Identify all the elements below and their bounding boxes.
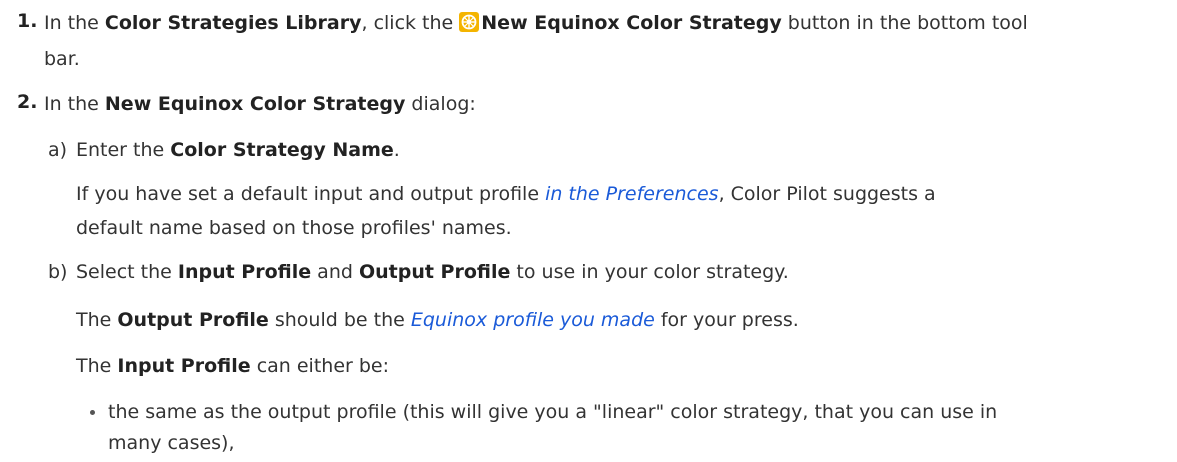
text: If you have set a default input and outp… (76, 183, 546, 205)
substep-a-info-cont: default name based on those profiles' na… (76, 217, 512, 239)
substep-b-text: Select the Input Profile and Output Prof… (76, 261, 789, 283)
library-name: Color Strategies Library (104, 12, 362, 34)
text: , Color Pilot suggests a (718, 183, 936, 205)
field-name: Color Strategy Name (170, 139, 394, 161)
text: for your press. (654, 309, 799, 331)
dialog-name: New Equinox Color Strategy (104, 93, 406, 115)
text: The (76, 309, 118, 331)
text: The (76, 355, 118, 377)
text: , click the (361, 12, 460, 34)
output-profile-name: Output Profile (358, 261, 511, 283)
text: and (311, 261, 359, 283)
text: Enter the (76, 139, 171, 161)
step-1-text-cont: bar. (44, 48, 80, 70)
preferences-link[interactable]: in the Preferences (545, 183, 719, 205)
output-profile-name: Output Profile (117, 309, 269, 331)
input-profile-name: Input Profile (117, 355, 251, 377)
bullet-point (90, 410, 95, 415)
text: In the (44, 12, 105, 34)
step-number: 1. (17, 10, 38, 32)
text: Select the (76, 261, 178, 283)
substep-a-info: If you have set a default input and outp… (76, 183, 936, 205)
substep-label: a) (48, 139, 68, 161)
button-name: New Equinox Color Strategy (481, 12, 782, 34)
text: can either be: (250, 355, 390, 377)
step-2-text: In the New Equinox Color Strategy dialog… (44, 93, 476, 115)
substep-b-output-note: The Output Profile should be the Equinox… (76, 309, 799, 331)
equinox-color-wheel-icon (459, 12, 480, 32)
substep-a-text: Enter the Color Strategy Name. (76, 139, 400, 161)
bullet-text: the same as the output profile (this wil… (108, 401, 998, 423)
step-number: 2. (17, 91, 38, 113)
substep-label: b) (48, 261, 68, 283)
substep-b-input-note: The Input Profile can either be: (76, 355, 389, 377)
step-1-text: In the Color Strategies Library, click t… (44, 12, 1028, 34)
bullet-text-cont: many cases), (108, 432, 235, 454)
text: dialog: (405, 93, 476, 115)
text: In the (44, 93, 105, 115)
text: should be the (268, 309, 411, 331)
text: to use in your color strategy. (510, 261, 789, 283)
text: . (393, 139, 400, 161)
text: button in the bottom tool (781, 12, 1028, 34)
equinox-profile-link[interactable]: Equinox profile you made (411, 309, 655, 331)
input-profile-name: Input Profile (177, 261, 312, 283)
